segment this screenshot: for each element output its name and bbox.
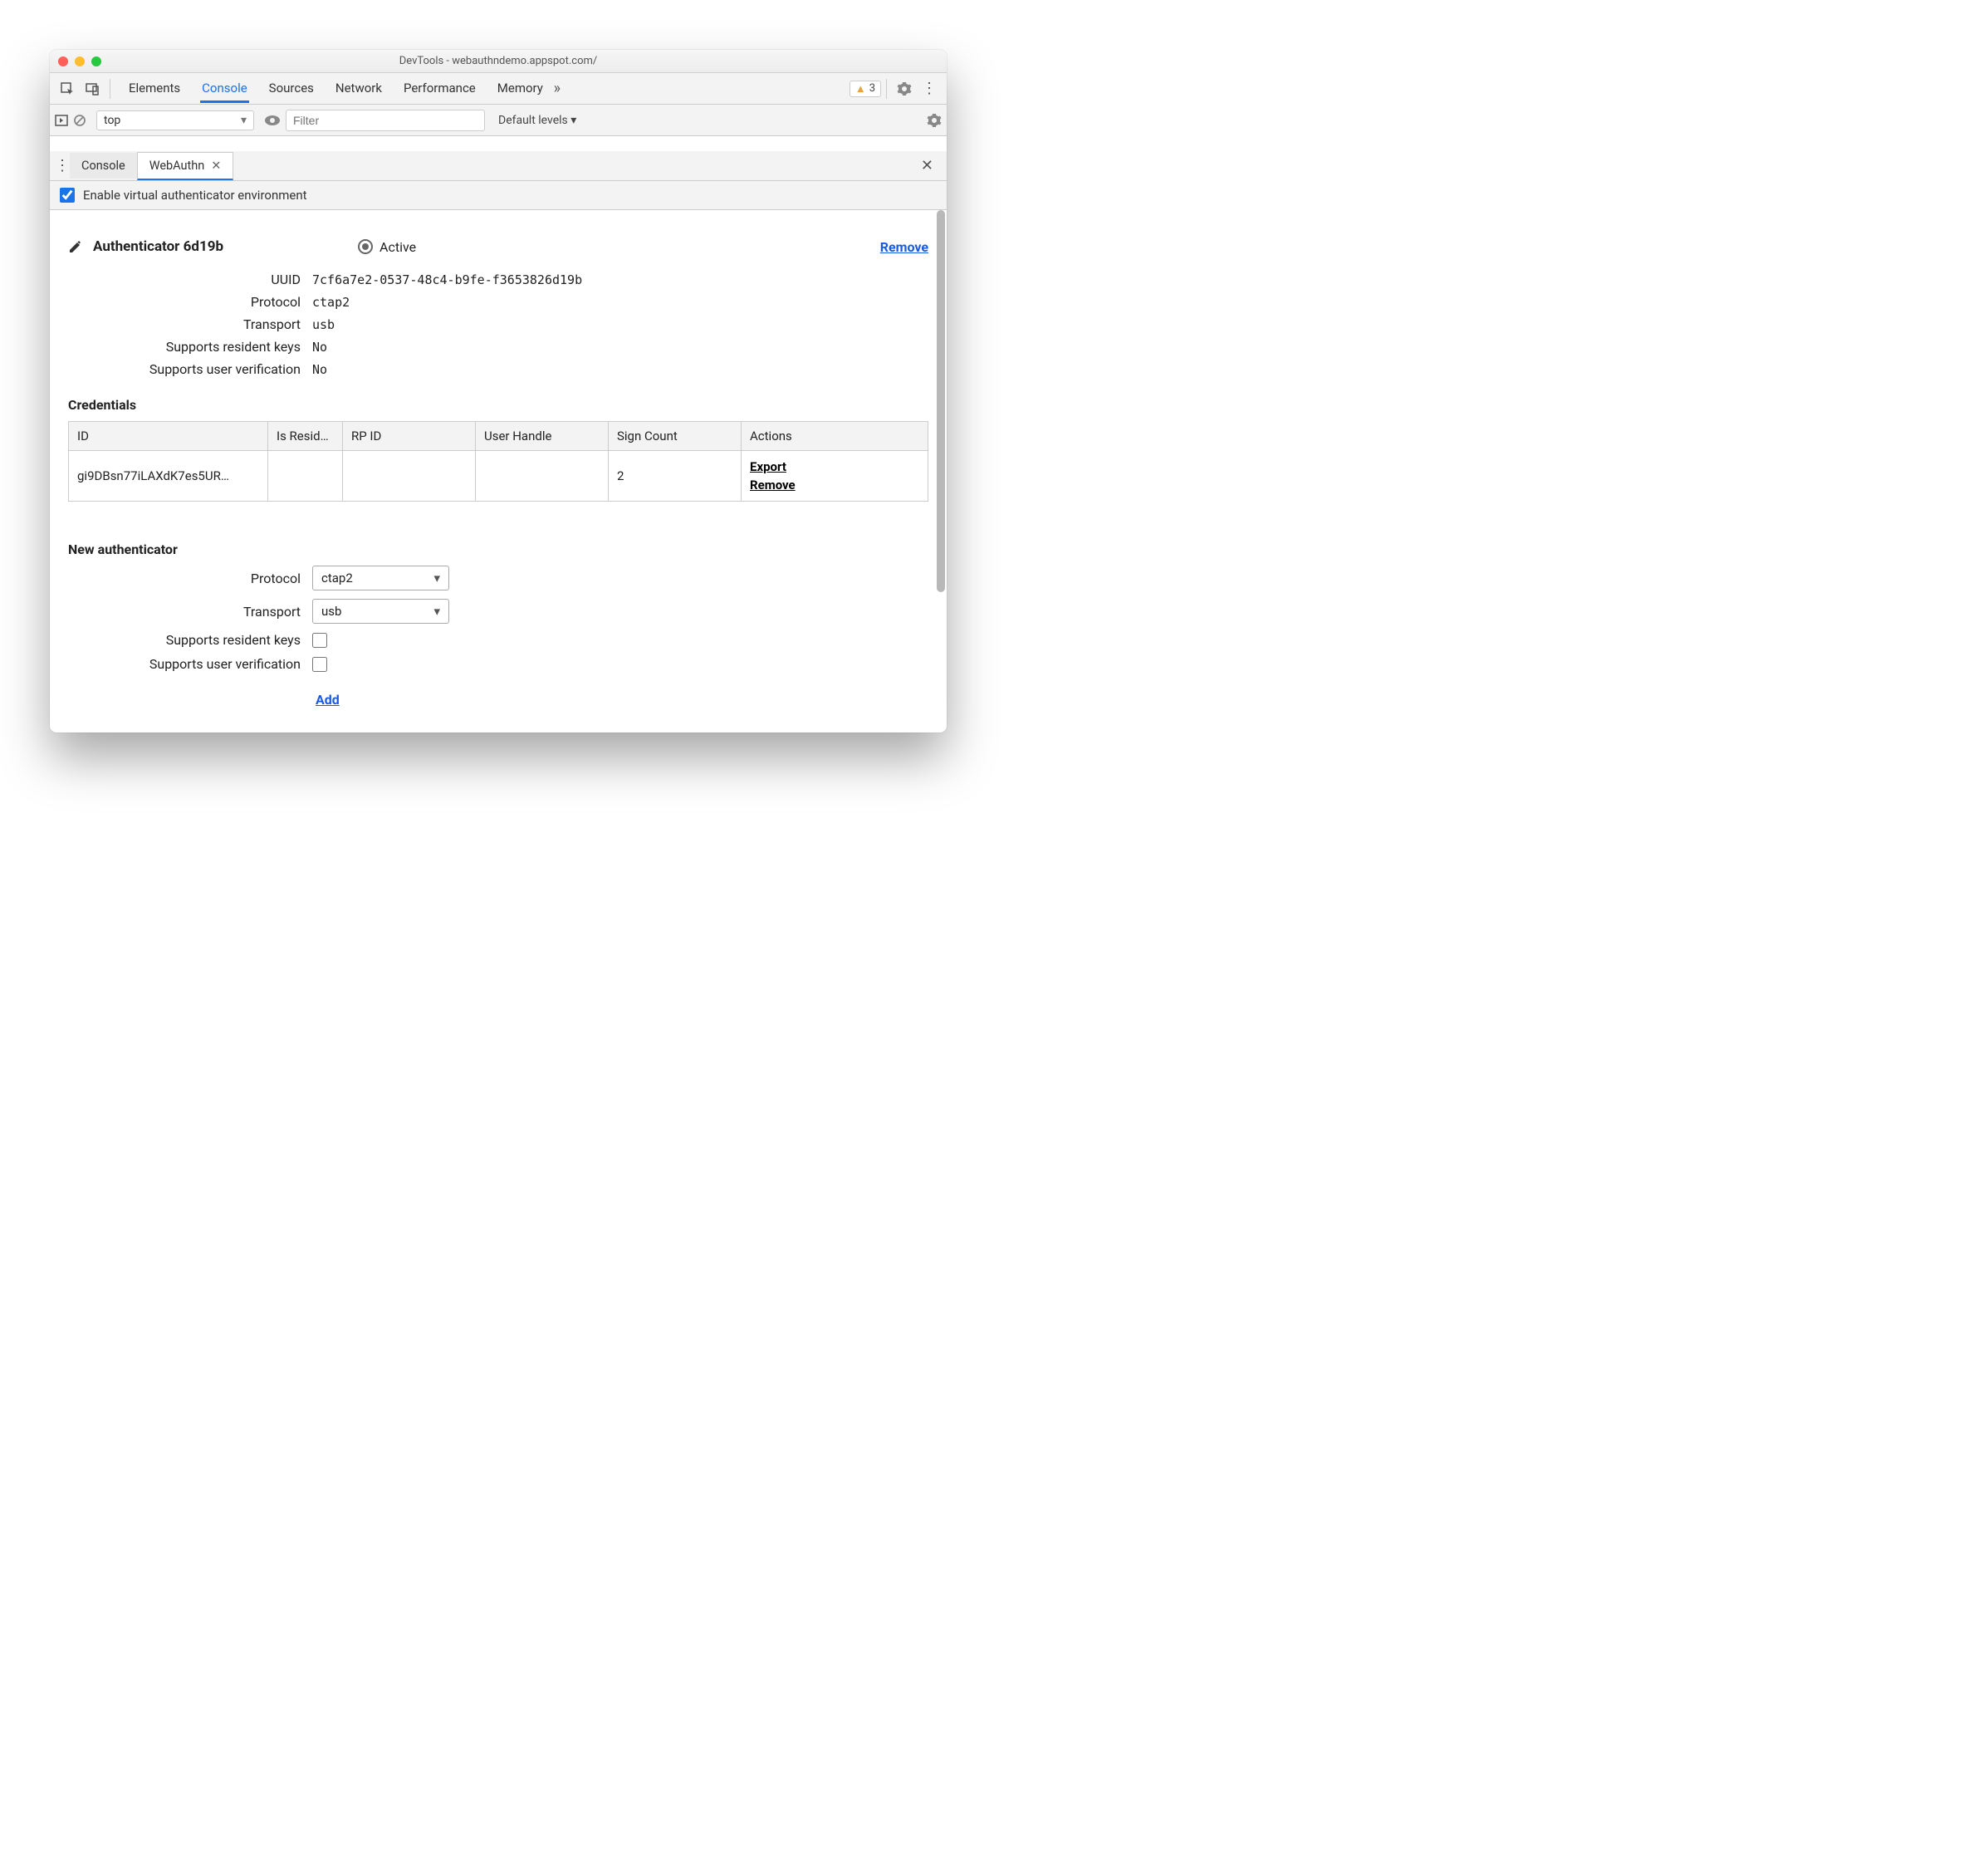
show-sidebar-icon[interactable] xyxy=(55,114,68,127)
col-rp[interactable]: RP ID xyxy=(343,422,476,451)
new-transport-value: usb xyxy=(321,604,341,619)
webauthn-panel: Authenticator 6d19b Active Remove UUID 7c… xyxy=(50,210,947,733)
active-label: Active xyxy=(379,239,416,255)
filter-input[interactable] xyxy=(286,110,485,131)
log-levels-select[interactable]: Default levels ▾ xyxy=(498,114,576,127)
enable-virtual-authenticator-row: Enable virtual authenticator environment xyxy=(50,181,947,210)
settings-icon[interactable] xyxy=(892,76,917,101)
tab-console[interactable]: Console xyxy=(200,74,249,103)
protocol-value: ctap2 xyxy=(312,295,350,310)
enable-virtual-authenticator-checkbox[interactable] xyxy=(60,188,75,203)
device-toggle-icon[interactable] xyxy=(80,76,105,101)
resident-keys-label: Supports resident keys xyxy=(118,339,301,355)
close-tab-icon[interactable]: ✕ xyxy=(211,159,221,173)
protocol-label: Protocol xyxy=(118,294,301,310)
radio-icon xyxy=(358,239,373,254)
drawer-menu-icon[interactable]: ⋮ xyxy=(55,157,70,174)
col-handle[interactable]: User Handle xyxy=(476,422,609,451)
col-sign[interactable]: Sign Count xyxy=(609,422,742,451)
console-toolbar: top ▾ Default levels ▾ xyxy=(50,105,947,136)
credentials-title: Credentials xyxy=(68,397,928,413)
cell-rp xyxy=(343,451,476,502)
new-protocol-label: Protocol xyxy=(68,571,301,586)
new-resident-label: Supports resident keys xyxy=(68,632,301,648)
main-tabs: Elements Console Sources Network Perform… xyxy=(127,74,545,103)
new-protocol-value: ctap2 xyxy=(321,571,353,586)
cell-id: gi9DBsn77iLAXdK7es5UR… xyxy=(69,451,268,502)
new-resident-checkbox[interactable] xyxy=(312,633,327,648)
tab-elements[interactable]: Elements xyxy=(127,74,182,103)
live-expression-icon[interactable] xyxy=(264,115,281,126)
context-value: top xyxy=(104,114,120,127)
tab-memory[interactable]: Memory xyxy=(496,74,545,103)
enable-label: Enable virtual authenticator environment xyxy=(83,188,307,203)
edit-icon[interactable] xyxy=(68,239,83,254)
new-protocol-select[interactable]: ctap2 ▾ xyxy=(312,566,449,590)
warnings-count: 3 xyxy=(869,82,875,95)
user-verification-value: No xyxy=(312,362,327,377)
chevron-down-icon: ▾ xyxy=(433,571,440,586)
uuid-value: 7cf6a7e2-0537-48c4-b9fe-f3653826d19b xyxy=(312,272,582,287)
console-settings-icon[interactable] xyxy=(927,113,942,128)
cell-actions: Export Remove xyxy=(742,451,928,502)
cell-resident xyxy=(268,451,343,502)
kebab-menu-icon[interactable]: ⋮ xyxy=(917,76,942,101)
clear-console-icon[interactable] xyxy=(73,114,86,127)
close-drawer-icon[interactable]: ✕ xyxy=(913,157,942,174)
uuid-label: UUID xyxy=(118,272,301,287)
drawer-tab-label: WebAuthn xyxy=(149,159,205,173)
new-authenticator-title: New authenticator xyxy=(68,541,928,557)
new-transport-label: Transport xyxy=(68,604,301,620)
new-transport-select[interactable]: usb ▾ xyxy=(312,599,449,624)
authenticator-header: Authenticator 6d19b Active Remove xyxy=(68,238,928,255)
remove-authenticator-link[interactable]: Remove xyxy=(880,239,928,255)
resident-keys-value: No xyxy=(312,340,327,355)
scrollbar[interactable] xyxy=(935,210,947,733)
new-userverify-label: Supports user verification xyxy=(68,656,301,672)
credentials-table: ID Is Resid… RP ID User Handle Sign Coun… xyxy=(68,421,928,502)
tab-sources[interactable]: Sources xyxy=(267,74,316,103)
warning-icon: ▲ xyxy=(855,82,866,96)
titlebar: DevTools - webauthndemo.appspot.com/ xyxy=(50,50,947,73)
tab-network[interactable]: Network xyxy=(334,74,384,103)
authenticator-title: Authenticator 6d19b xyxy=(93,238,223,255)
inspect-icon[interactable] xyxy=(55,76,80,101)
cell-sign: 2 xyxy=(609,451,742,502)
remove-credential-link[interactable]: Remove xyxy=(750,476,919,494)
chevron-down-icon: ▾ xyxy=(241,114,247,127)
table-header-row: ID Is Resid… RP ID User Handle Sign Coun… xyxy=(69,422,928,451)
drawer-tab-console[interactable]: Console xyxy=(70,153,137,179)
cell-handle xyxy=(476,451,609,502)
user-verification-label: Supports user verification xyxy=(118,361,301,377)
more-tabs-icon[interactable]: » xyxy=(545,76,570,101)
warnings-badge[interactable]: ▲ 3 xyxy=(850,81,881,97)
col-id[interactable]: ID xyxy=(69,422,268,451)
main-tab-bar: Elements Console Sources Network Perform… xyxy=(50,73,947,105)
drawer-tab-bar: ⋮ Console WebAuthn ✕ ✕ xyxy=(50,151,947,181)
window-title: DevTools - webauthndemo.appspot.com/ xyxy=(50,55,947,67)
drawer-tab-webauthn[interactable]: WebAuthn ✕ xyxy=(137,152,234,180)
new-userverify-checkbox[interactable] xyxy=(312,657,327,672)
divider xyxy=(886,79,887,99)
transport-value: usb xyxy=(312,317,335,332)
execution-context-select[interactable]: top ▾ xyxy=(96,110,254,130)
table-row: gi9DBsn77iLAXdK7es5UR… 2 Export Remove xyxy=(69,451,928,502)
add-authenticator-link[interactable]: Add xyxy=(316,692,340,708)
devtools-window: DevTools - webauthndemo.appspot.com/ Ele… xyxy=(50,50,947,733)
col-resident[interactable]: Is Resid… xyxy=(268,422,343,451)
transport-label: Transport xyxy=(118,316,301,332)
authenticator-properties: UUID 7cf6a7e2-0537-48c4-b9fe-f3653826d19b… xyxy=(118,272,928,377)
active-radio[interactable]: Active xyxy=(358,239,416,255)
export-credential-link[interactable]: Export xyxy=(750,458,919,476)
col-actions[interactable]: Actions xyxy=(742,422,928,451)
chevron-down-icon: ▾ xyxy=(433,604,440,619)
tab-performance[interactable]: Performance xyxy=(402,74,477,103)
